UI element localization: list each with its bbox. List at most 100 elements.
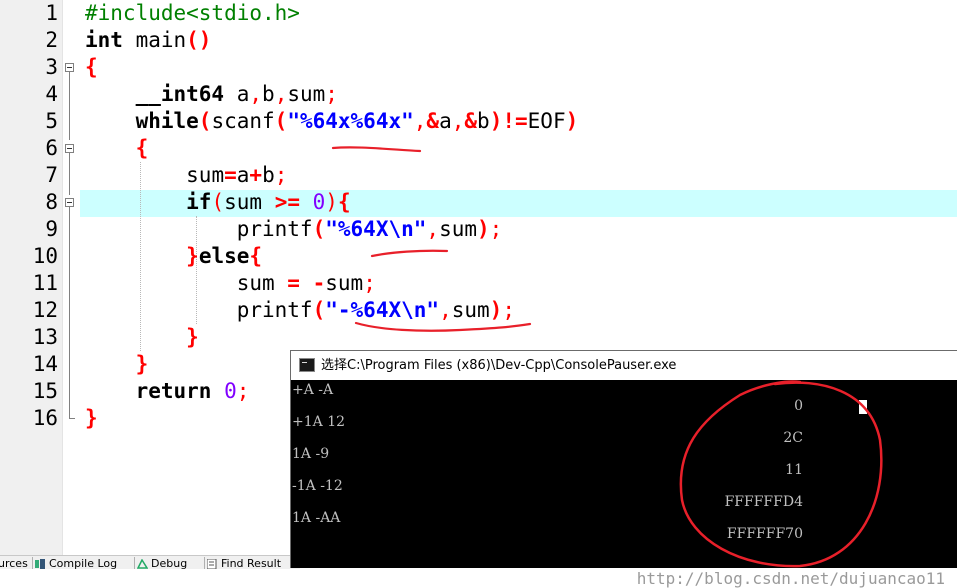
symbol: ;: [274, 163, 288, 187]
code-line-return[interactable]: return 0;: [85, 378, 250, 405]
identifier: scanf: [211, 109, 275, 133]
console-output-line: 0: [794, 398, 803, 414]
string-literal: ": [426, 298, 440, 322]
tab-label: Find Result: [221, 557, 282, 569]
code-line-brace[interactable]: {: [85, 54, 98, 81]
symbol: +: [249, 163, 263, 187]
symbol: =: [287, 271, 300, 295]
fold-line: [69, 72, 70, 140]
line-number: 1: [45, 1, 58, 25]
code-line-brace[interactable]: }: [85, 351, 149, 378]
string-literal: ": [325, 298, 338, 322]
tab-debug[interactable]: Debug: [134, 557, 187, 569]
identifier: printf: [236, 217, 313, 241]
code-line-printf[interactable]: printf("%64X\n",sum);: [85, 216, 503, 243]
line-number: 12: [32, 298, 58, 322]
line-number: 10: [32, 244, 58, 268]
symbol: &: [464, 109, 478, 133]
symbol: ;: [236, 379, 250, 403]
console-title: 选择C:\Program Files (x86)\Dev-Cpp\Console…: [321, 358, 677, 373]
preprocessor-directive: #include<stdio.h>: [85, 1, 300, 25]
line-number: 2: [45, 28, 58, 52]
keyword: int: [85, 28, 123, 52]
symbol: ,: [426, 217, 440, 241]
identifier: a: [439, 109, 452, 133]
console-app-icon: [299, 358, 315, 372]
line-number: 7: [45, 163, 58, 187]
fold-toggle-icon[interactable]: [65, 144, 74, 153]
code-line-else[interactable]: }else{: [85, 243, 262, 270]
keyword: return: [135, 379, 212, 403]
code-line-printf-neg[interactable]: printf("-%64X\n",sum);: [85, 297, 515, 324]
code-line-assign[interactable]: sum=a+b;: [85, 162, 287, 189]
keyword: else: [198, 244, 250, 268]
console-input-line: +A -A: [292, 382, 334, 398]
console-output-area[interactable]: +A -A +1A 12 1A -9 -1A -12 1A -AA 0 2C 1…: [291, 380, 957, 588]
identifier: b: [477, 109, 490, 133]
string-literal: ": [413, 217, 427, 241]
identifier: a: [236, 163, 250, 187]
fold-toggle-icon[interactable]: [65, 63, 74, 72]
console-output-line: FFFFFFD4: [724, 494, 803, 510]
identifier: sum: [186, 163, 225, 187]
symbol: (): [186, 28, 212, 52]
code-line-if[interactable]: if(sum >= 0){: [85, 189, 351, 216]
symbol: ): [489, 109, 503, 133]
symbol: =: [224, 163, 237, 187]
tab-compile-log[interactable]: Compile Log: [32, 557, 117, 569]
code-line-brace[interactable]: }: [85, 324, 199, 351]
code-line-brace[interactable]: }: [85, 405, 98, 432]
escape-sequence: \n: [388, 217, 414, 241]
fold-margin: [62, 0, 79, 555]
code-line-while[interactable]: while(scanf("%64x%64x",&a,&b)!=EOF): [85, 108, 579, 135]
brace: {: [85, 55, 98, 79]
identifier: sum: [451, 298, 490, 322]
symbol: (: [274, 109, 288, 133]
fold-toggle-icon[interactable]: [65, 198, 74, 207]
code-line-main[interactable]: int main(): [85, 27, 211, 54]
code-line-negate[interactable]: sum = -sum;: [85, 270, 376, 297]
console-window[interactable]: 选择C:\Program Files (x86)\Dev-Cpp\Console…: [290, 350, 957, 588]
symbol: ): [477, 217, 490, 241]
symbol: ): [325, 190, 338, 214]
console-input-line: 1A -AA: [292, 510, 341, 526]
code-line-brace[interactable]: {: [85, 135, 149, 162]
code-line-include[interactable]: #include<stdio.h>: [85, 0, 300, 27]
line-number: 13: [32, 325, 58, 349]
symbol: ,: [249, 82, 263, 106]
brace: {: [337, 190, 351, 214]
watermark-text: http://blog.csdn.net/dujuancao11: [636, 569, 945, 588]
symbol: (: [211, 190, 225, 214]
line-number: 8: [45, 190, 58, 214]
line-number: 5: [45, 109, 58, 133]
line-number: 11: [32, 271, 58, 295]
tab-label: Compile Log: [49, 557, 118, 569]
keyword: if: [186, 190, 212, 214]
fold-line: [69, 153, 70, 195]
brace: {: [249, 244, 263, 268]
symbol: >=: [274, 190, 300, 214]
symbol: -: [312, 271, 326, 295]
console-title-bar[interactable]: 选择C:\Program Files (x86)\Dev-Cpp\Console…: [291, 351, 957, 380]
symbol: ;: [489, 217, 503, 241]
console-output-line: 11: [785, 462, 803, 478]
console-input-line: +1A 12: [292, 414, 346, 430]
symbol: ;: [325, 82, 338, 106]
symbol: ): [565, 109, 579, 133]
code-line-decl[interactable]: __int64 a,b,sum;: [85, 81, 338, 108]
line-number: 16: [32, 406, 58, 430]
tab-resources[interactable]: urces: [0, 557, 28, 569]
symbol: ): [489, 298, 503, 322]
symbol: ,: [451, 109, 465, 133]
bottom-tab-strip: urces Compile Log Debug Find Result: [0, 555, 300, 569]
line-number: 15: [32, 379, 58, 403]
tab-label: urces: [0, 557, 28, 569]
keyword: __int64: [135, 82, 225, 106]
tab-find-results[interactable]: Find Result: [204, 557, 281, 569]
line-number: 14: [32, 352, 58, 376]
line-number: 4: [45, 82, 58, 106]
tab-label: Debug: [151, 557, 188, 569]
identifier: b: [262, 82, 275, 106]
